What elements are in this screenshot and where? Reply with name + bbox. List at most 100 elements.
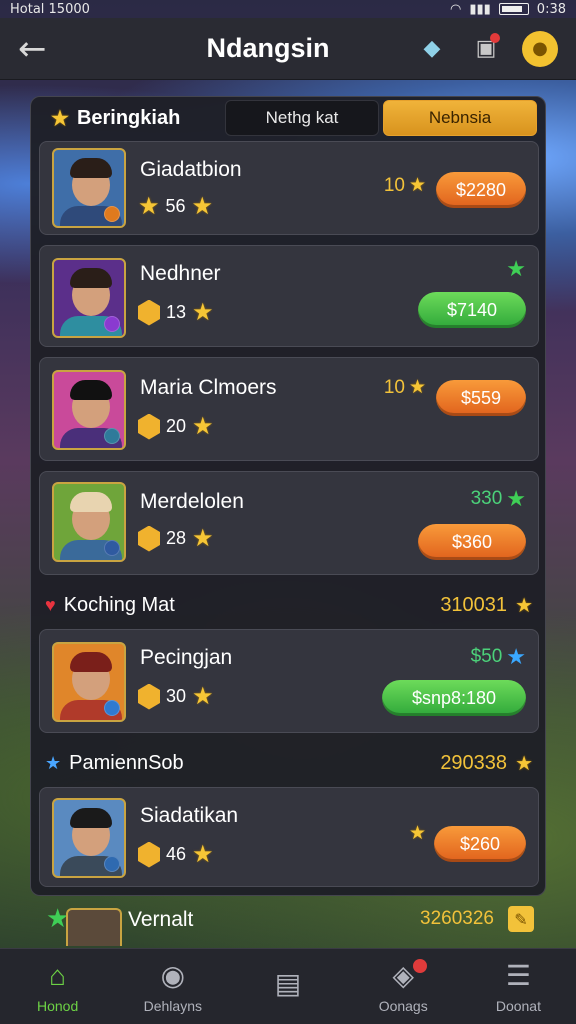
list-item[interactable]: Pecingjan 30 ★ $50 ★ $snp8:180 bbox=[39, 629, 539, 733]
wifi-icon: ◠ bbox=[449, 1, 462, 17]
nav-menu[interactable]: ☰ Doonat bbox=[461, 949, 576, 1024]
price-button[interactable]: $260 bbox=[434, 826, 526, 862]
bag-button[interactable]: ▣ bbox=[468, 31, 504, 67]
menu-icon: ☰ bbox=[505, 959, 531, 991]
player-score: ★ bbox=[506, 256, 526, 282]
star-icon: ★ bbox=[192, 299, 214, 326]
player-name: Pecingjan bbox=[140, 646, 233, 669]
medal-icon bbox=[138, 683, 160, 710]
player-rating: 46 ★ bbox=[138, 840, 214, 869]
nav-label: Oonags bbox=[378, 997, 428, 1014]
back-button[interactable]: ← bbox=[18, 32, 62, 66]
star-icon: ★ bbox=[51, 107, 69, 130]
tab-bar: Nethg kat Nebnsia bbox=[225, 100, 537, 136]
rating-value: 46 bbox=[166, 844, 187, 864]
price-button[interactable]: $360 bbox=[418, 524, 526, 560]
list-item[interactable]: ★ Vernalt 3260326 ✎ bbox=[40, 896, 540, 946]
rating-value: 28 bbox=[166, 528, 187, 548]
player-name: Merdelolen bbox=[140, 490, 244, 513]
header-actions: ◆ ▣ ● bbox=[414, 30, 558, 67]
player-score: 3260326 bbox=[420, 908, 494, 929]
player-name: Giadatbion bbox=[140, 158, 242, 181]
arrow-left-icon: ← bbox=[18, 28, 47, 69]
heart-icon: ♥ bbox=[45, 594, 56, 615]
avatar bbox=[52, 798, 126, 878]
section-label: Koching Mat bbox=[63, 593, 175, 616]
gamepad-icon: ◈ bbox=[392, 959, 414, 991]
gift-button[interactable]: ◆ bbox=[414, 31, 450, 67]
player-name: Vernalt bbox=[128, 908, 194, 931]
star-icon: ★ bbox=[506, 256, 526, 281]
star-icon: ★ bbox=[506, 486, 526, 511]
badge-icon bbox=[104, 428, 120, 444]
nav-label: Honod bbox=[36, 997, 79, 1014]
notification-badge bbox=[412, 959, 427, 973]
tab-nethg-kat[interactable]: Nethg kat bbox=[225, 100, 379, 136]
score-value: $50 bbox=[470, 646, 503, 667]
badge-icon bbox=[104, 700, 120, 716]
score-value: 10 bbox=[383, 174, 405, 196]
medal-icon bbox=[138, 841, 160, 868]
app-header: ← Ndangsin ◆ ▣ ● bbox=[0, 18, 576, 80]
nav-clipboard[interactable]: ▤ bbox=[230, 949, 345, 1024]
player-rating: ★ 56 ★ bbox=[138, 192, 213, 221]
list-item[interactable]: Merdelolen 28 ★ 330 ★ $360 bbox=[39, 471, 539, 575]
tab-nebnsia[interactable]: Nebnsia bbox=[383, 100, 537, 136]
star-icon: ★ bbox=[138, 193, 160, 220]
nav-games[interactable]: ◈ Oonags bbox=[346, 949, 461, 1024]
player-rating: 20 ★ bbox=[138, 412, 214, 441]
player-rating: 13 ★ bbox=[138, 298, 214, 327]
list-item[interactable]: Giadatbion ★ 56 ★ 10 ★ $2280 bbox=[39, 141, 539, 235]
player-score: 10 ★ bbox=[384, 174, 426, 197]
avatar bbox=[52, 148, 126, 228]
nav-label: Doonat bbox=[495, 997, 541, 1014]
player-name: Nedhner bbox=[140, 262, 221, 285]
rating-value: 30 bbox=[166, 686, 187, 706]
battery-icon bbox=[498, 3, 529, 15]
signal-icon: ▮▮▮ bbox=[469, 1, 491, 17]
avatar bbox=[52, 642, 126, 722]
player-name: Siadatikan bbox=[140, 804, 239, 827]
avatar bbox=[52, 370, 126, 450]
player-score: 10 ★ bbox=[384, 376, 426, 399]
player-name: Maria Clmoers bbox=[140, 376, 277, 399]
price-button[interactable]: $2280 bbox=[436, 172, 526, 208]
list-item[interactable]: Maria Clmoers 20 ★ 10 ★ $559 bbox=[39, 357, 539, 461]
list-item[interactable]: Nedhner 13 ★ ★ $7140 bbox=[39, 245, 539, 347]
price-button[interactable]: $559 bbox=[436, 380, 526, 416]
status-left-text: Hotal 15000 bbox=[10, 1, 90, 17]
rating-value: 56 bbox=[165, 196, 186, 216]
star-icon: ★ bbox=[515, 594, 533, 617]
edit-icon[interactable]: ✎ bbox=[508, 906, 534, 932]
star-icon: ★ bbox=[515, 752, 533, 775]
nav-label: Dehlayns bbox=[143, 997, 202, 1014]
panel-title: ★ Beringkiah bbox=[51, 106, 225, 131]
list-item[interactable]: Siadatikan 46 ★ ★ $260 bbox=[39, 787, 539, 887]
badge-icon bbox=[104, 206, 120, 222]
medal-icon bbox=[138, 525, 160, 552]
score-value: 330 bbox=[470, 488, 503, 509]
panel-title-text: Beringkiah bbox=[76, 106, 181, 129]
nav-users[interactable]: ◉ Dehlayns bbox=[115, 949, 230, 1024]
price-button[interactable]: $7140 bbox=[418, 292, 526, 328]
star-icon: ★ bbox=[191, 193, 214, 220]
player-rating: 28 ★ bbox=[138, 524, 214, 553]
player-rating: 30 ★ bbox=[138, 682, 214, 711]
section-score: 290338 ★ bbox=[440, 751, 533, 776]
nav-home[interactable]: ⌂ Honod bbox=[0, 949, 115, 1024]
clipboard-icon: ▤ bbox=[274, 967, 302, 999]
star-icon: ★ bbox=[45, 752, 62, 773]
player-score: $50 ★ bbox=[471, 644, 526, 670]
section-score: 310031 ★ bbox=[440, 593, 533, 618]
page-title: Ndangsin bbox=[206, 33, 330, 63]
chat-icon: ● bbox=[532, 38, 548, 59]
star-icon: ★ bbox=[192, 525, 214, 552]
notification-dot bbox=[490, 32, 500, 43]
users-icon: ◉ bbox=[160, 959, 186, 991]
star-icon: ★ bbox=[506, 644, 526, 669]
leaderboard-panel: ★ Beringkiah Nethg kat Nebnsia Giadatbio… bbox=[30, 96, 546, 896]
status-right: ◠ ▮▮▮ 0:38 bbox=[450, 2, 566, 17]
medal-icon bbox=[138, 413, 160, 440]
chat-button[interactable]: ● bbox=[522, 30, 558, 67]
price-button[interactable]: $snp8:180 bbox=[382, 680, 526, 716]
